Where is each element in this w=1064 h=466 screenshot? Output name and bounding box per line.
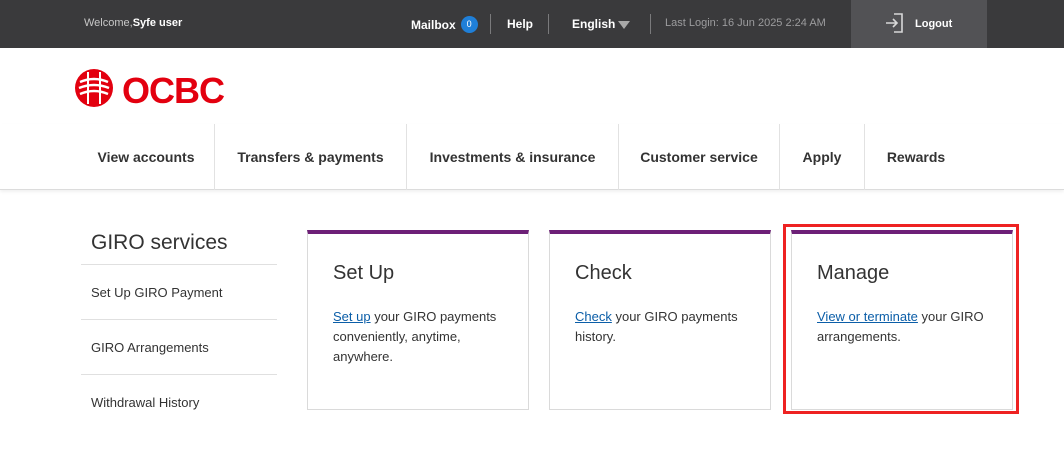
logo-text: OCBC bbox=[122, 69, 225, 111]
view-or-terminate-link[interactable]: View or terminate bbox=[817, 309, 918, 324]
nav-rewards[interactable]: Rewards bbox=[865, 124, 967, 190]
nav-customer-service[interactable]: Customer service bbox=[619, 124, 779, 190]
card-description: Check your GIRO payments history. bbox=[575, 309, 738, 344]
sidebar-item-giro-arrangements[interactable]: GIRO Arrangements bbox=[81, 319, 277, 374]
divider bbox=[650, 14, 651, 34]
top-bar: Welcome,Syfe user Mailbox 0 Help English… bbox=[0, 0, 1064, 48]
mailbox-link[interactable]: Mailbox 0 bbox=[411, 16, 478, 33]
card-manage: Manage View or terminate your GIRO arran… bbox=[791, 230, 1013, 410]
sidebar-item-withdrawal-history[interactable]: Withdrawal History bbox=[81, 374, 277, 429]
last-login: Last Login: 16 Jun 2025 2:24 AM bbox=[665, 17, 826, 29]
nav-view-accounts[interactable]: View accounts bbox=[78, 124, 214, 190]
card-title: Set Up bbox=[333, 262, 395, 284]
main-nav: View accounts Transfers & payments Inves… bbox=[0, 124, 1064, 190]
card-description: View or terminate your GIRO arrangements… bbox=[817, 309, 984, 344]
divider bbox=[548, 14, 549, 34]
help-link[interactable]: Help bbox=[507, 17, 533, 31]
sidebar-title: GIRO services bbox=[91, 231, 228, 254]
card-title: Manage bbox=[817, 262, 890, 284]
logout-icon bbox=[885, 12, 905, 37]
divider bbox=[490, 14, 491, 34]
mailbox-count-badge: 0 bbox=[460, 16, 478, 33]
sidebar-menu: Set Up GIRO Payment GIRO Arrangements Wi… bbox=[81, 264, 277, 429]
nav-apply[interactable]: Apply bbox=[780, 124, 864, 190]
user-name: Syfe user bbox=[132, 17, 183, 29]
check-link[interactable]: Check bbox=[575, 309, 612, 324]
card-description: Set up your GIRO payments conveniently, … bbox=[333, 309, 497, 364]
ocbc-emblem-icon bbox=[74, 68, 118, 113]
language-selector[interactable]: English bbox=[572, 17, 631, 31]
card-set-up: Set Up Set up your GIRO payments conveni… bbox=[307, 230, 529, 410]
set-up-link[interactable]: Set up bbox=[333, 309, 371, 324]
card-check: Check Check your GIRO payments history. bbox=[549, 230, 771, 410]
nav-investments-insurance[interactable]: Investments & insurance bbox=[407, 124, 618, 190]
nav-transfers-payments[interactable]: Transfers & payments bbox=[215, 124, 406, 190]
logout-label: Logout bbox=[915, 18, 953, 30]
logout-button[interactable]: Logout bbox=[851, 0, 987, 48]
caret-down-icon bbox=[618, 20, 631, 29]
welcome-message: Welcome,Syfe user bbox=[84, 17, 183, 29]
sidebar-item-set-up-giro-payment[interactable]: Set Up GIRO Payment bbox=[81, 264, 277, 319]
card-title: Check bbox=[575, 262, 632, 284]
language-label: English bbox=[572, 17, 616, 31]
mailbox-label: Mailbox bbox=[411, 17, 456, 32]
ocbc-logo[interactable]: OCBC bbox=[74, 68, 225, 113]
